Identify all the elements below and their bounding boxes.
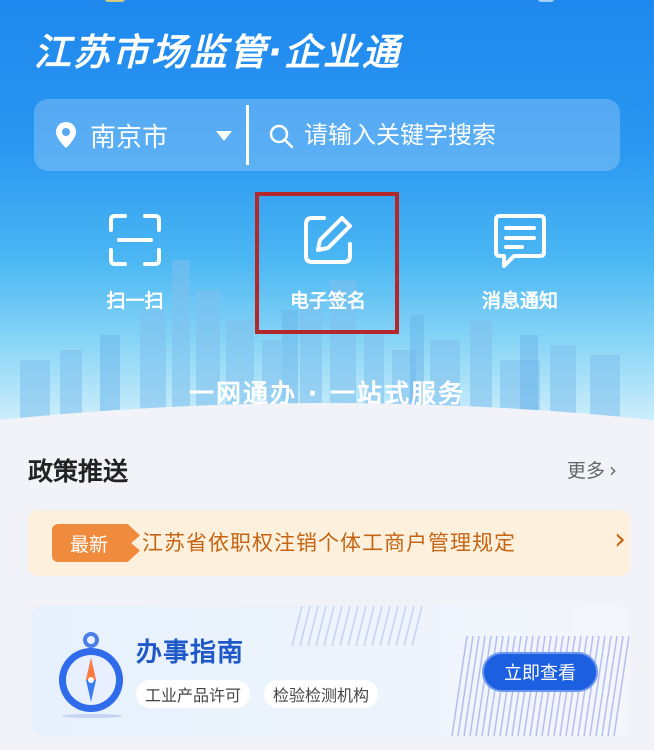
search-bar: 南京市 bbox=[34, 99, 624, 171]
status-bar-fragment bbox=[538, 0, 554, 2]
message-icon bbox=[494, 214, 546, 268]
chevron-right-icon: › bbox=[614, 522, 626, 557]
guide-title: 办事指南 bbox=[136, 638, 245, 668]
scan-action-label: 扫一扫 bbox=[106, 290, 164, 312]
policy-news-card[interactable]: 最新 江苏省依职权注销个体工商户管理规定 › bbox=[28, 510, 630, 576]
more-link[interactable]: 更多 › bbox=[567, 456, 617, 483]
guide-tag[interactable]: 工业产品许可 bbox=[136, 680, 251, 708]
scan-action[interactable]: 扫一扫 bbox=[70, 210, 200, 313]
message-action-label: 消息通知 bbox=[481, 290, 558, 312]
more-link-label: 更多 bbox=[567, 460, 606, 482]
view-now-button[interactable]: 立即查看 bbox=[482, 652, 598, 692]
wave-divider bbox=[0, 403, 654, 420]
caret-down-icon[interactable] bbox=[216, 131, 232, 141]
policy-headline: 江苏省依职权注销个体工商户管理规定 bbox=[142, 531, 516, 555]
search-divider bbox=[246, 105, 249, 165]
latest-badge: 最新 bbox=[52, 524, 140, 562]
city-selector[interactable]: 南京市 bbox=[90, 117, 168, 154]
search-input[interactable] bbox=[304, 117, 624, 153]
highlight-box bbox=[255, 192, 399, 334]
section-title-policy: 政策推送 bbox=[28, 457, 129, 486]
status-bar-fragment bbox=[105, 0, 125, 2]
guide-tag[interactable]: 检验检测机构 bbox=[264, 680, 379, 708]
service-guide-card[interactable]: 办事指南 工业产品许可 检验检测机构 立即查看 bbox=[32, 606, 630, 736]
scan-icon bbox=[109, 214, 161, 266]
app-title: 江苏市场监管·企业通 bbox=[34, 31, 402, 74]
message-action[interactable]: 消息通知 bbox=[455, 210, 585, 313]
chevron-right-icon: › bbox=[609, 457, 618, 482]
location-pin-icon[interactable] bbox=[54, 121, 78, 149]
search-icon bbox=[269, 124, 294, 149]
compass-icon bbox=[59, 632, 123, 718]
hero-banner: 江苏市场监管·企业通 南京市 请输入关键字搜索 扫一扫 电子签名 消息通知 一网… bbox=[0, 0, 654, 420]
